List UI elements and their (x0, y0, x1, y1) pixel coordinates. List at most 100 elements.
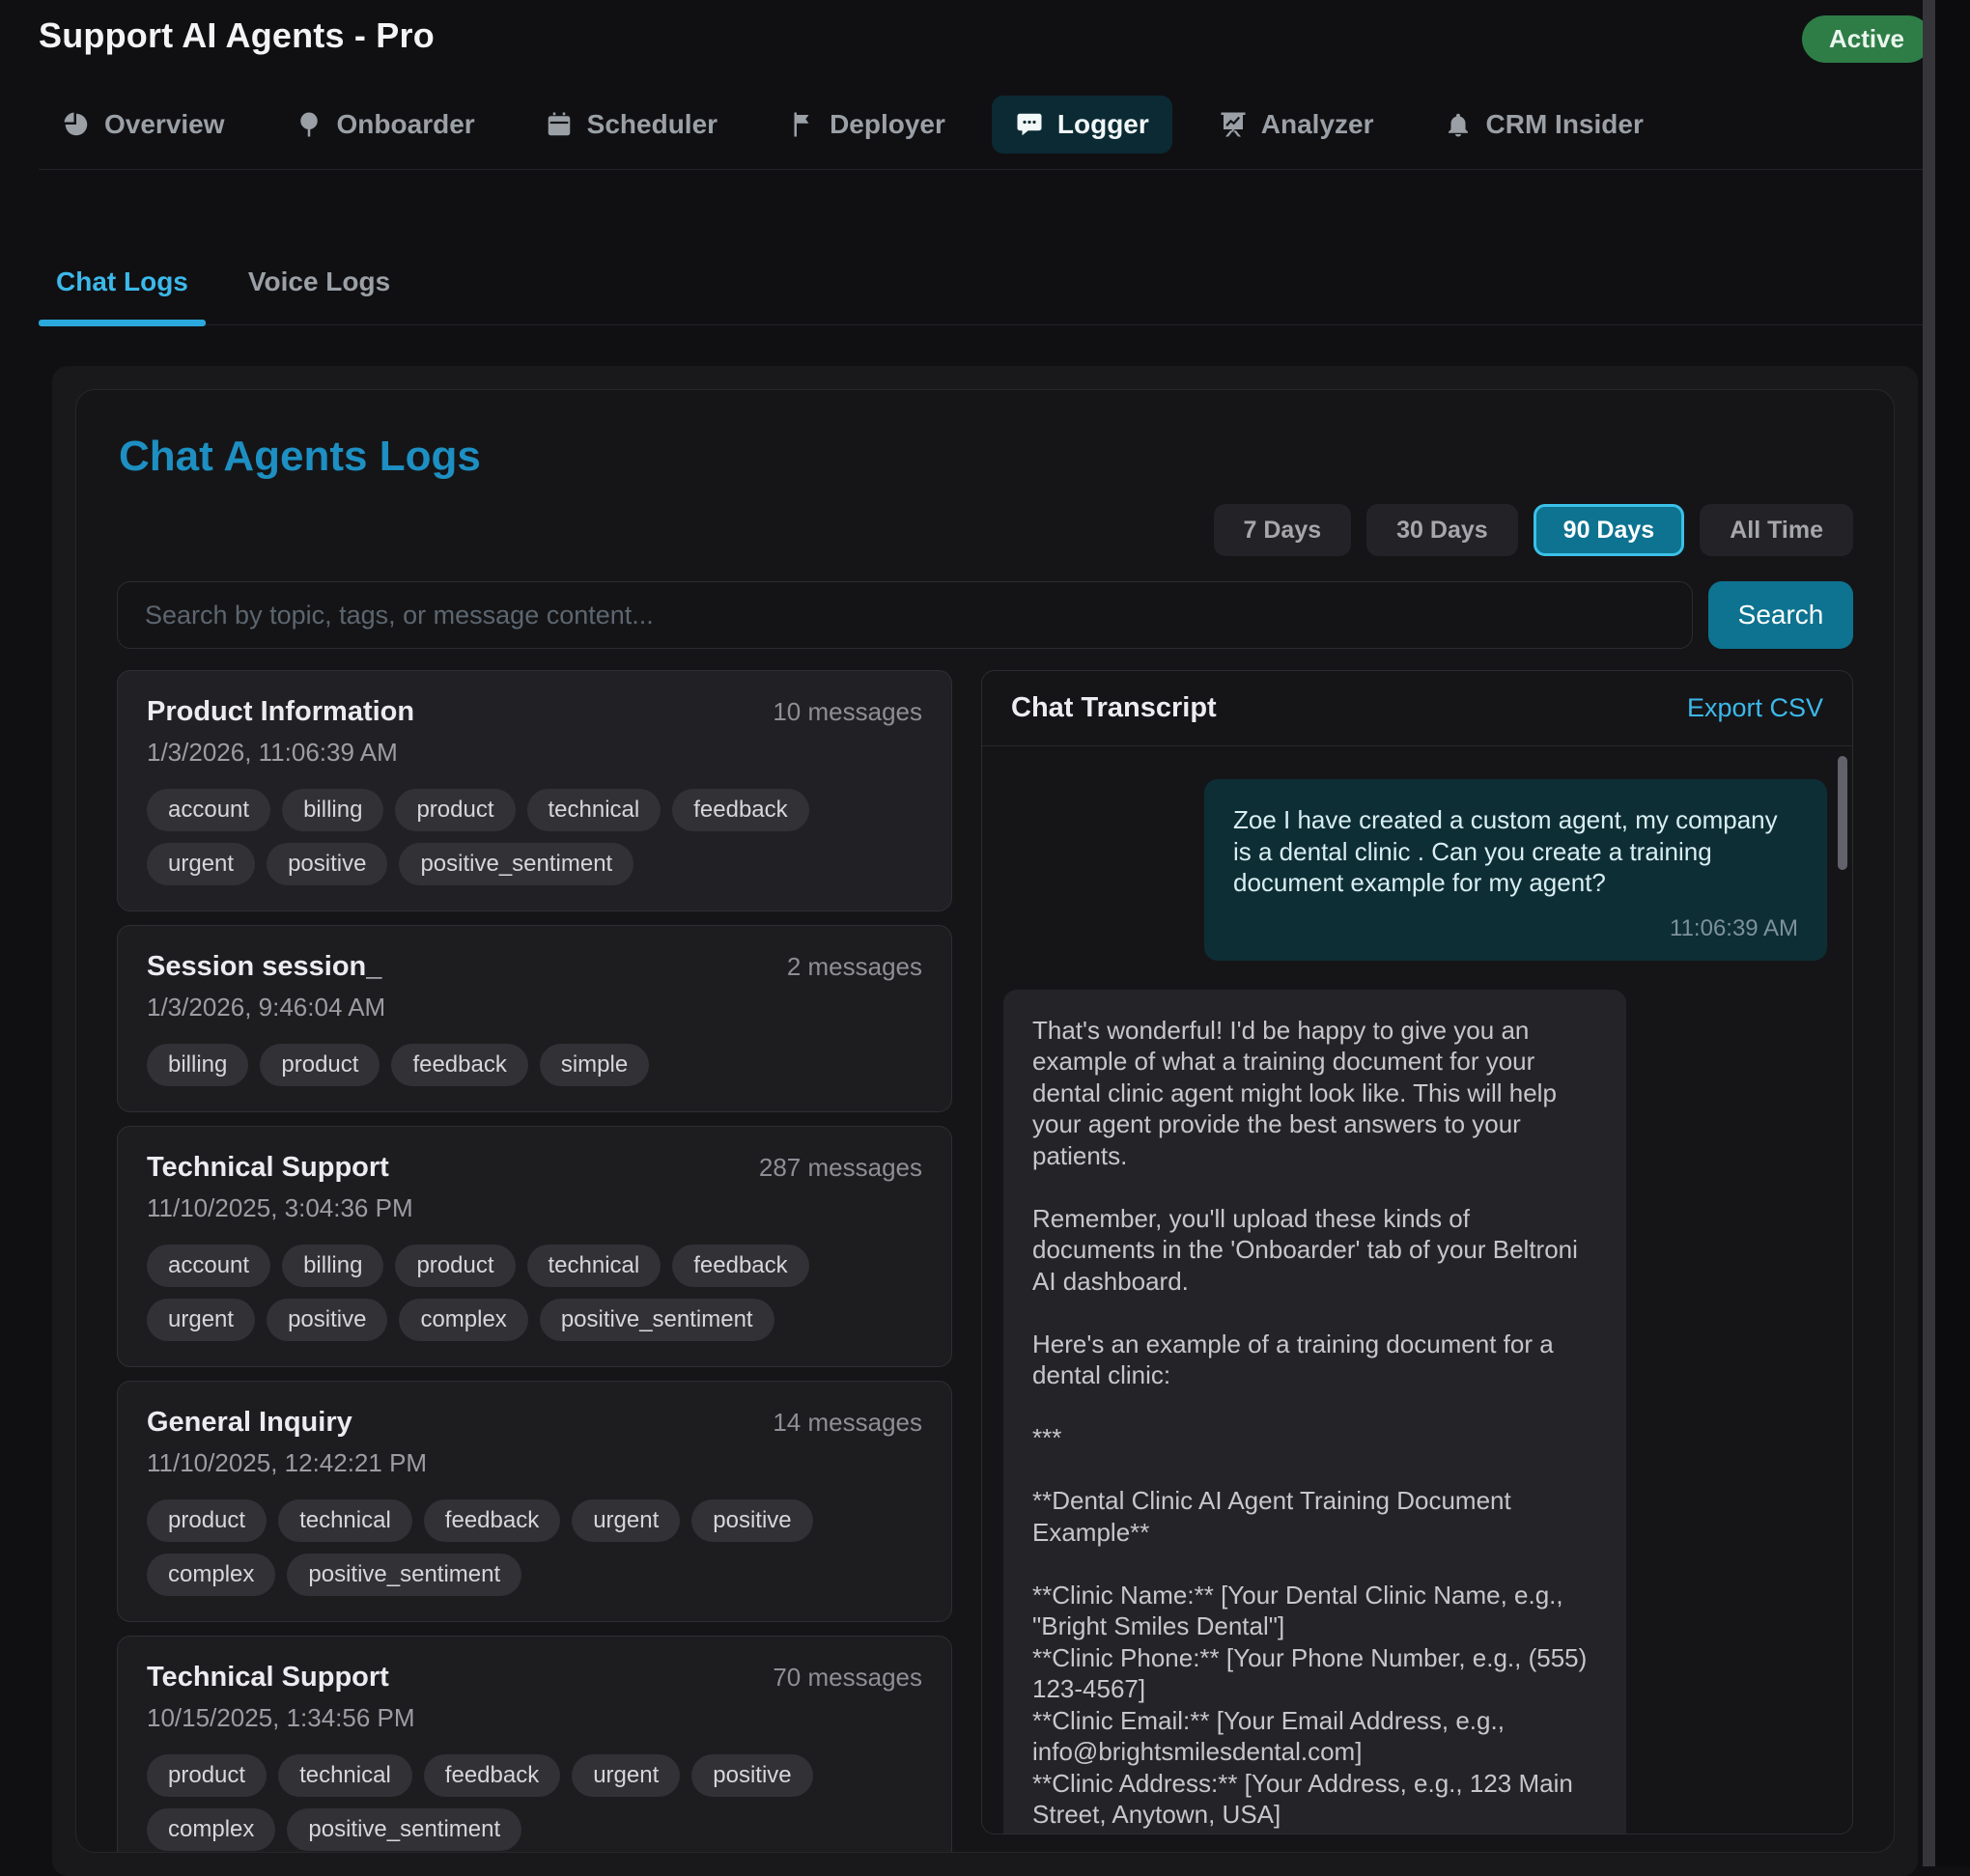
log-tags: product technical feedback urgent positive co… (147, 1499, 922, 1596)
tag-badge: billing (147, 1044, 248, 1086)
tag-badge: billing (282, 789, 383, 831)
page-scrollbar[interactable] (1923, 0, 1935, 1866)
search-button[interactable]: Search (1708, 581, 1853, 649)
tag-badge: feedback (424, 1499, 560, 1542)
tag-badge: urgent (572, 1754, 680, 1797)
log-tags: billingproductfeedbacksimple (147, 1044, 922, 1086)
tag-badge: positive (267, 843, 387, 885)
tag-badge: positive (691, 1754, 812, 1797)
export-csv-link[interactable]: Export CSV (1687, 693, 1823, 723)
tag-badge: technical (527, 1245, 661, 1287)
nav-tabs: Overview Onboarder Scheduler Deployer Lo… (39, 96, 1931, 170)
message-row-agent: That's wonderful! I'd be happy to give y… (1003, 990, 1827, 1834)
transcript-scrollbar[interactable] (1838, 756, 1847, 870)
nav-tab-analyzer[interactable]: Analyzer (1196, 96, 1397, 154)
filter-7-days[interactable]: 7 Days (1214, 504, 1352, 556)
tag-badge: product (395, 1245, 515, 1287)
tab-label: CRM Insider (1486, 109, 1644, 140)
transcript-header: Chat Transcript Export CSV (982, 671, 1852, 746)
log-title: Session session_ (147, 951, 381, 983)
message-text: Zoe I have created a custom agent, my co… (1233, 804, 1798, 899)
tab-label: Scheduler (587, 109, 718, 140)
tag-badge: technical (278, 1499, 412, 1542)
filter-all-time[interactable]: All Time (1700, 504, 1853, 556)
tag-badge: product (395, 789, 515, 831)
tag-badge: positive (691, 1499, 812, 1542)
tag-badge: complex (147, 1808, 275, 1851)
chat-log-item[interactable]: General Inquiry 14 messages 11/10/2025, … (117, 1381, 952, 1622)
chat-transcript-panel: Chat Transcript Export CSV Zoe I have cr… (981, 670, 1853, 1834)
log-title: Technical Support (147, 1152, 389, 1184)
tag-badge: product (147, 1754, 267, 1797)
log-title: Technical Support (147, 1662, 389, 1694)
tag-badge: positive_sentiment (287, 1808, 521, 1851)
log-timestamp: 1/3/2026, 11:06:39 AM (147, 738, 922, 768)
log-tags: account billing product technical feedback ur… (147, 789, 922, 885)
chat-log-item[interactable]: Technical Support 287 messages 11/10/202… (117, 1126, 952, 1367)
tag-badge: positive (267, 1299, 387, 1341)
sub-tabs: Chat Logs Voice Logs (39, 266, 1931, 325)
tag-badge: billing (282, 1245, 383, 1287)
tag-badge: urgent (147, 1299, 255, 1341)
tag-badge: complex (147, 1554, 275, 1596)
nav-tab-overview[interactable]: Overview (39, 96, 248, 154)
tag-badge: product (147, 1499, 267, 1542)
nav-tab-onboarder[interactable]: Onboarder (271, 96, 498, 154)
tag-badge: urgent (147, 843, 255, 885)
tag-badge: positive_sentiment (540, 1299, 774, 1341)
search-row: Search (117, 581, 1853, 649)
nav-tab-logger[interactable]: Logger (992, 96, 1172, 154)
tag-badge: feedback (672, 789, 808, 831)
calendar-icon (545, 110, 574, 139)
tag-badge: urgent (572, 1499, 680, 1542)
tab-label: Deployer (830, 109, 945, 140)
logs-panel: Chat Agents Logs 7 Days 30 Days 90 Days All… (52, 366, 1918, 1876)
nav-tab-scheduler[interactable]: Scheduler (521, 96, 741, 154)
nav-tab-crm-insider[interactable]: CRM Insider (1421, 96, 1667, 154)
chat-log-item[interactable]: Technical Support 70 messages 10/15/2025… (117, 1636, 952, 1853)
tag-badge: positive_sentiment (399, 843, 633, 885)
bell-icon (1444, 110, 1473, 139)
search-input[interactable] (117, 581, 1693, 649)
page-right-edge (1935, 0, 1970, 1866)
tag-badge: account (147, 789, 270, 831)
chat-log-item[interactable]: Session session_ 2 messages 1/3/2026, 9:… (117, 925, 952, 1112)
tag-badge: account (147, 1245, 270, 1287)
flag-icon (787, 110, 816, 139)
tag-badge: feedback (672, 1245, 808, 1287)
agent-message-bubble: That's wonderful! I'd be happy to give y… (1003, 990, 1626, 1834)
chat-log-list: Product Information 10 messages 1/3/2026… (117, 670, 952, 1853)
tab-label: Onboarder (337, 109, 475, 140)
log-timestamp: 1/3/2026, 9:46:04 AM (147, 993, 922, 1022)
tag-badge: technical (527, 789, 661, 831)
log-title: Product Information (147, 696, 414, 728)
log-tags: account billing product technical feedback ur… (147, 1245, 922, 1341)
chat-bubble-icon (1015, 110, 1044, 139)
tab-label: Overview (104, 109, 225, 140)
user-message-bubble: Zoe I have created a custom agent, my co… (1204, 779, 1827, 961)
filter-30-days[interactable]: 30 Days (1366, 504, 1518, 556)
topbar: Support AI Agents - Pro Active (0, 0, 1970, 63)
presentation-chart-icon (1219, 110, 1248, 139)
tree-icon (295, 110, 324, 139)
tag-badge: product (260, 1044, 380, 1086)
page-title: Chat Agents Logs (119, 433, 1853, 481)
tag-badge: feedback (391, 1044, 527, 1086)
transcript-messages: Zoe I have created a custom agent, my co… (982, 746, 1852, 1834)
nav-tab-deployer[interactable]: Deployer (764, 96, 969, 154)
sub-tab-voice-logs[interactable]: Voice Logs (231, 266, 408, 324)
content-columns: Product Information 10 messages 1/3/2026… (117, 670, 1853, 1853)
filter-90-days[interactable]: 90 Days (1534, 504, 1685, 556)
chat-log-item[interactable]: Product Information 10 messages 1/3/2026… (117, 670, 952, 911)
message-time: 11:06:39 AM (1233, 914, 1798, 943)
tab-label: Analyzer (1261, 109, 1374, 140)
log-message-count: 287 messages (759, 1153, 922, 1183)
time-filter-group: 7 Days 30 Days 90 Days All Time (117, 504, 1853, 556)
sub-tab-chat-logs[interactable]: Chat Logs (39, 266, 206, 324)
log-message-count: 14 messages (773, 1408, 922, 1438)
log-timestamp: 11/10/2025, 12:42:21 PM (147, 1448, 922, 1478)
pie-chart-icon (62, 110, 91, 139)
log-tags: producttechnicalfeedbackurgentpositiveco… (147, 1754, 922, 1851)
log-message-count: 2 messages (787, 952, 922, 982)
log-message-count: 70 messages (773, 1663, 922, 1693)
